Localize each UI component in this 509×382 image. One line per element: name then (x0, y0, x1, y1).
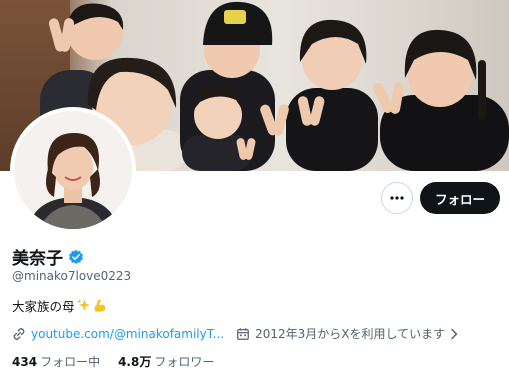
following-link[interactable]: 434 フォロー中 (12, 353, 100, 370)
website-link[interactable]: youtube.com/@minakofamilyT... (31, 327, 224, 341)
joined-date: 2012年3月からXを利用しています (255, 327, 446, 341)
profile-bio: 大家族の母 (12, 296, 107, 315)
user-handle: @minako7love0223 (12, 269, 132, 283)
calendar-icon (236, 327, 250, 341)
link-icon (12, 327, 26, 341)
profile-avatar[interactable] (10, 107, 136, 233)
sparkles-icon (76, 298, 91, 313)
display-name: 美奈子 (12, 249, 63, 269)
more-dots-icon (390, 196, 404, 200)
blue-check-icon[interactable] (68, 249, 84, 265)
flexed-biceps-icon (92, 298, 107, 313)
followers-label: フォロワー (154, 355, 215, 369)
avatar-photo (14, 111, 132, 229)
follow-button[interactable]: フォロー (420, 182, 500, 214)
follow-stats: 434 フォロー中 4.8万 フォロワー (12, 353, 214, 370)
followers-link[interactable]: 4.8万 フォロワー (118, 353, 214, 370)
following-label: フォロー中 (40, 355, 101, 369)
bio-text: 大家族の母 (12, 299, 75, 314)
chevron-right-icon[interactable] (449, 328, 459, 340)
followers-count: 4.8万 (118, 355, 152, 369)
profile-meta-row: youtube.com/@minakofamilyT... 2012年3月からX… (12, 325, 459, 342)
display-name-row: 美奈子 (12, 244, 84, 269)
more-options-button[interactable] (381, 182, 413, 214)
following-count: 434 (12, 355, 38, 369)
